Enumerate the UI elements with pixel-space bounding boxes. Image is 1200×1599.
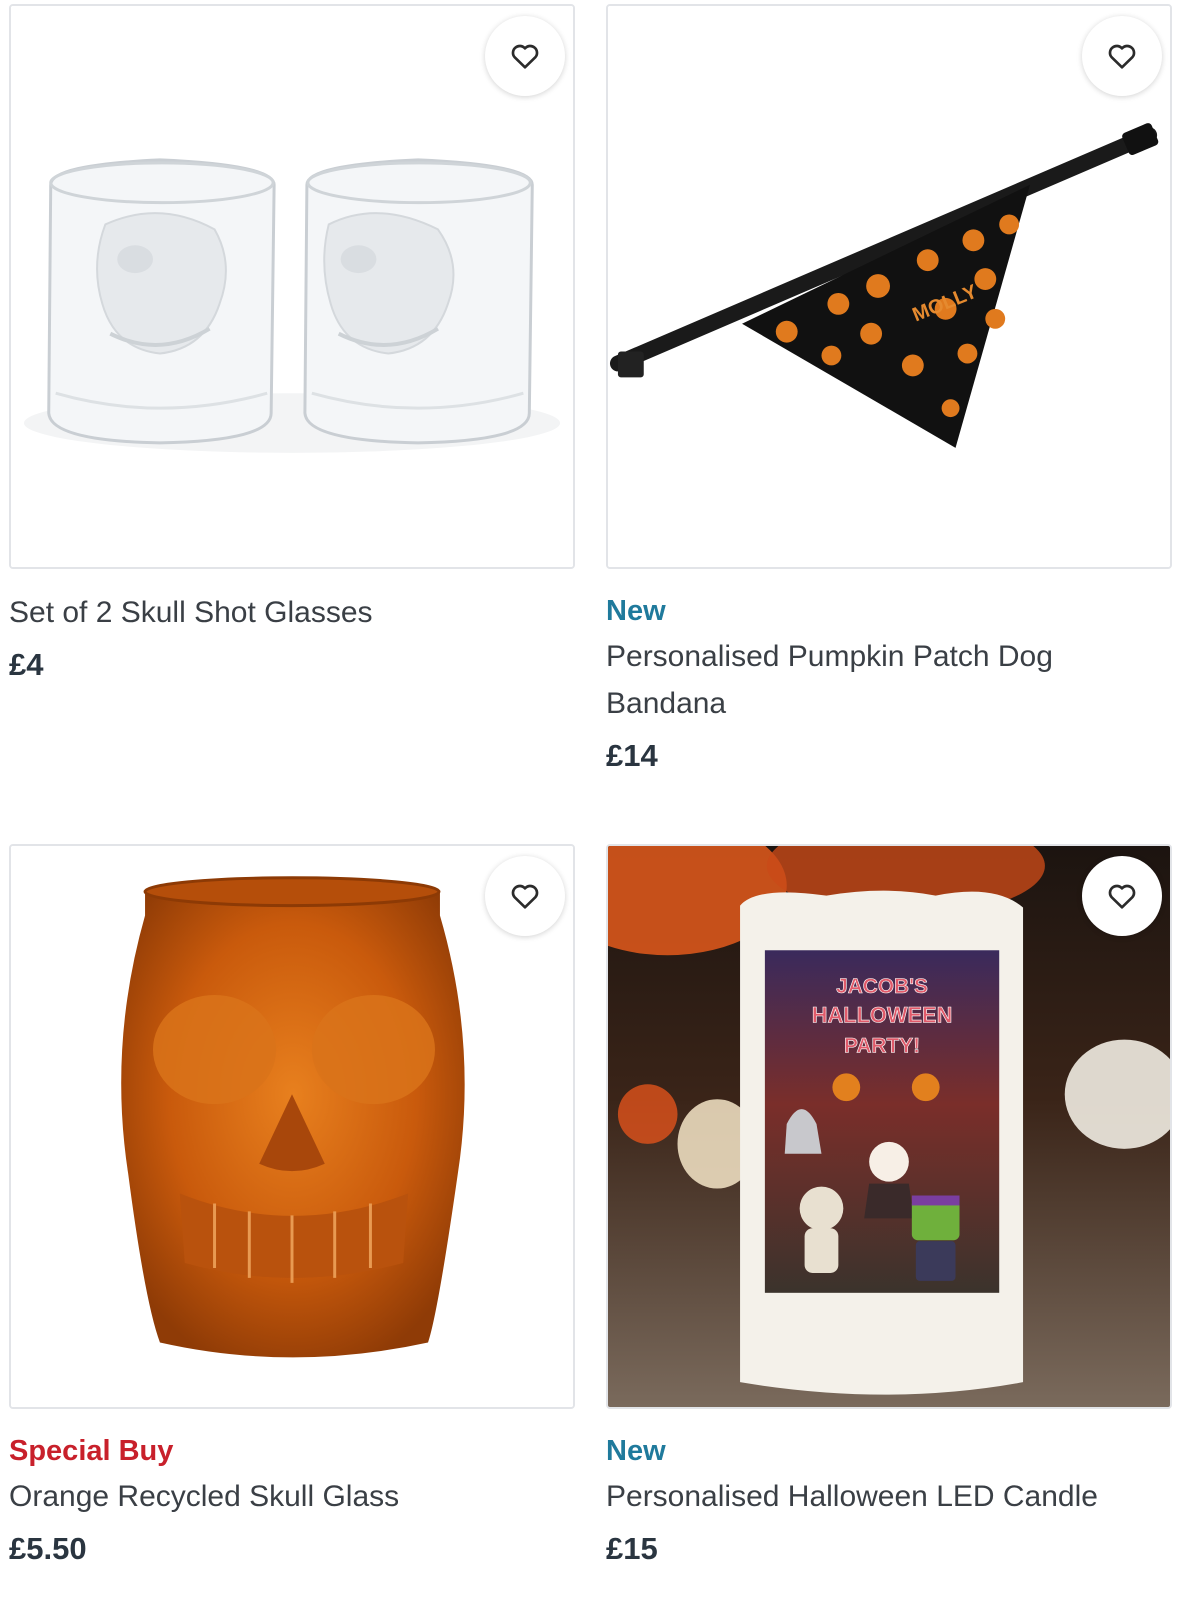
- candle-text-line: PARTY!: [844, 1035, 920, 1058]
- heart-outline-icon: [1108, 44, 1136, 69]
- product-card[interactable]: MOLLY New Personalised Pumpkin Patch Dog…: [606, 4, 1172, 779]
- product-price: £14: [606, 738, 658, 773]
- product-card[interactable]: Special Buy Orange Recycled Skull Glass …: [9, 844, 575, 1572]
- candle-text-line: HALLOWEEN: [812, 1003, 953, 1028]
- product-title-link[interactable]: Personalised Halloween LED Candle: [606, 1473, 1172, 1520]
- product-image-container[interactable]: JACOB'S HALLOWEEN PARTY!: [606, 844, 1172, 1409]
- product-title-link[interactable]: Set of 2 Skull Shot Glasses: [9, 589, 575, 636]
- product-image-container[interactable]: [9, 4, 575, 569]
- product-card[interactable]: JACOB'S HALLOWEEN PARTY! New Personalise…: [606, 844, 1172, 1572]
- favourite-button[interactable]: [1082, 16, 1162, 96]
- favourite-button[interactable]: [1082, 856, 1162, 936]
- halloween-candle-image: JACOB'S HALLOWEEN PARTY!: [608, 846, 1170, 1407]
- special-buy-badge: Special Buy: [9, 1435, 174, 1467]
- product-title-link[interactable]: Orange Recycled Skull Glass: [9, 1473, 575, 1520]
- favourite-button[interactable]: [485, 856, 565, 936]
- dog-bandana-image: MOLLY: [608, 6, 1170, 567]
- heart-outline-icon: [511, 44, 539, 69]
- product-price: £15: [606, 1531, 658, 1566]
- product-price: £4: [9, 647, 44, 682]
- heart-outline-icon: [511, 884, 539, 909]
- product-price: £5.50: [9, 1531, 87, 1566]
- product-card[interactable]: Set of 2 Skull Shot Glasses £4: [9, 4, 575, 688]
- new-badge: New: [606, 1435, 666, 1467]
- heart-outline-icon: [1108, 884, 1136, 909]
- candle-text-line: JACOB'S: [836, 975, 928, 998]
- favourite-button[interactable]: [485, 16, 565, 96]
- skull-shot-glasses-image: [11, 6, 573, 567]
- orange-skull-glass-image: [11, 846, 573, 1407]
- product-image-container[interactable]: MOLLY: [606, 4, 1172, 569]
- new-badge: New: [606, 595, 666, 627]
- product-title-link[interactable]: Personalised Pumpkin Patch Dog Bandana: [606, 633, 1172, 727]
- product-image-container[interactable]: [9, 844, 575, 1409]
